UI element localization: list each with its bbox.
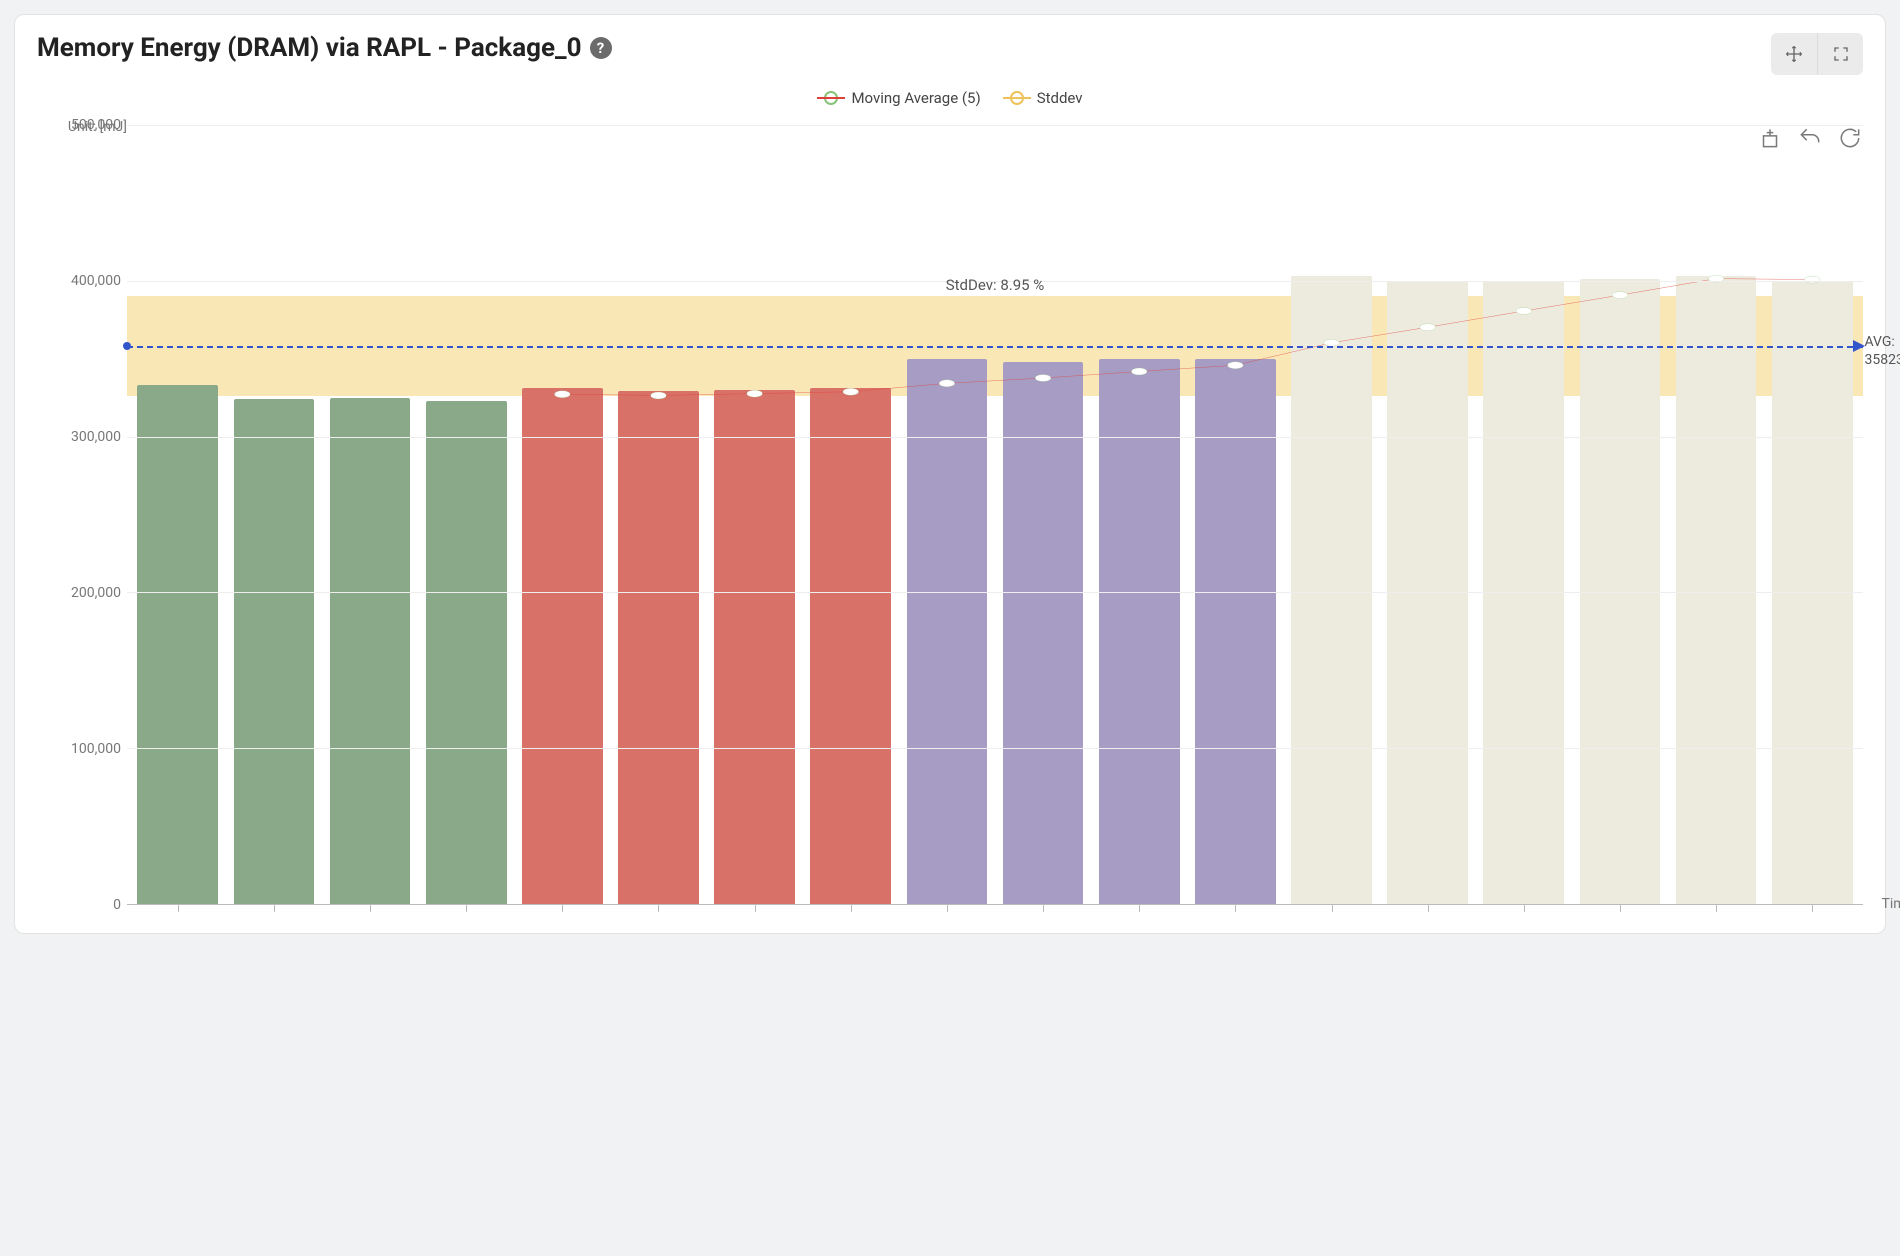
y-tick-label: 100,000 (71, 741, 121, 757)
legend: Moving Average (5) Stddev (37, 89, 1863, 107)
x-tick (1332, 904, 1333, 912)
x-tick (658, 904, 659, 912)
stddev-swatch-icon (1003, 91, 1031, 105)
bars-container (127, 125, 1863, 904)
chart-card: Memory Energy (DRAM) via RAPL - Package_… (14, 14, 1886, 934)
move-panel-button[interactable] (1771, 33, 1817, 75)
x-tick (178, 904, 179, 912)
card-header: Memory Energy (DRAM) via RAPL - Package_… (37, 33, 1863, 75)
y-tick-label: 500,000 (71, 117, 121, 133)
fullscreen-button[interactable] (1817, 33, 1863, 75)
x-tick (1716, 904, 1717, 912)
x-tick (466, 904, 467, 912)
bar[interactable] (1291, 276, 1372, 904)
bar[interactable] (1003, 362, 1084, 904)
y-tick-label: 200,000 (71, 585, 121, 601)
panel-controls (1771, 33, 1863, 75)
x-tick (755, 904, 756, 912)
x-tick (370, 904, 371, 912)
x-tick (947, 904, 948, 912)
x-tick (851, 904, 852, 912)
bar[interactable] (522, 388, 603, 904)
bar[interactable] (330, 398, 411, 904)
bar[interactable] (1099, 359, 1180, 904)
x-axis-label: Time (1882, 896, 1900, 912)
x-tick (1139, 904, 1140, 912)
legend-moving-avg[interactable]: Moving Average (5) (817, 89, 980, 107)
chart-title: Memory Energy (DRAM) via RAPL - Package_… (37, 33, 582, 63)
x-tick (274, 904, 275, 912)
legend-moving-avg-label: Moving Average (5) (851, 89, 980, 107)
y-tick-label: 400,000 (71, 273, 121, 289)
y-axis: Unit: [mJ] 0100,000200,000300,000400,000… (37, 125, 127, 905)
y-tick-label: 300,000 (71, 429, 121, 445)
y-tick-label: 0 (113, 897, 121, 913)
legend-stddev[interactable]: Stddev (1003, 89, 1083, 107)
avg-label: AVG:358230.666 (1864, 334, 1900, 369)
bar[interactable] (137, 385, 218, 904)
x-tick (562, 904, 563, 912)
x-tick (1524, 904, 1525, 912)
grid-line (127, 592, 1863, 593)
bar[interactable] (810, 388, 891, 904)
bar[interactable] (1195, 359, 1276, 904)
bar[interactable] (907, 359, 988, 904)
bar[interactable] (234, 399, 315, 904)
stddev-label: StdDev: 8.95 % (946, 276, 1045, 294)
legend-stddev-label: Stddev (1037, 89, 1083, 107)
x-tick (1428, 904, 1429, 912)
bar[interactable] (618, 391, 699, 904)
grid-line (127, 748, 1863, 749)
chart-area: Unit: [mJ] 0100,000200,000300,000400,000… (37, 125, 1863, 905)
grid-line (127, 125, 1863, 126)
help-icon[interactable]: ? (590, 37, 612, 59)
x-tick (1812, 904, 1813, 912)
moving-avg-swatch-icon (817, 91, 845, 105)
bar[interactable] (714, 390, 795, 904)
x-tick (1235, 904, 1236, 912)
grid-line (127, 437, 1863, 438)
bar[interactable] (426, 401, 507, 904)
x-tick (1043, 904, 1044, 912)
x-tick (1620, 904, 1621, 912)
bar[interactable] (1676, 276, 1757, 904)
title-wrap: Memory Energy (DRAM) via RAPL - Package_… (37, 33, 612, 63)
plot-area[interactable]: Time StdDev: 8.95 %AVG:358230.666 (127, 125, 1863, 905)
